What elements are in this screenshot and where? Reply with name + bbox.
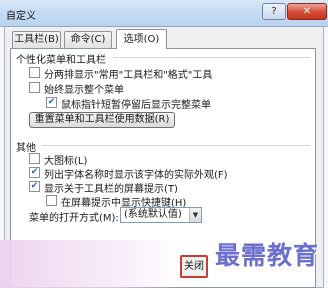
large-icons-label: 大图标(L) xyxy=(44,156,88,167)
watermark-logo: 最需教育 xyxy=(215,241,320,270)
always-show-full-menu-checkbox[interactable] xyxy=(29,82,40,93)
two-rows-toolbar-label: 分两排显示"常用"工具栏和"格式"工具 xyxy=(44,70,213,81)
group-divider xyxy=(42,145,310,146)
faded-overlay xyxy=(0,240,180,288)
tab-toolbars[interactable]: 工具栏(B) xyxy=(12,31,61,48)
window-title: 自定义 xyxy=(6,11,36,22)
font-preview-label: 列出字体名称时显示该字体的实际外观(F) xyxy=(44,170,228,181)
other-group-label: 其他 xyxy=(16,143,36,154)
large-icons-checkbox[interactable] xyxy=(29,153,40,164)
help-button[interactable]: ? xyxy=(262,3,286,20)
font-preview-checkbox[interactable]: ✔ xyxy=(29,167,40,178)
show-screentips-label: 显示关于工具栏的屏幕提示(T) xyxy=(44,184,178,195)
show-full-menu-delay-checkbox[interactable]: ✔ xyxy=(46,97,57,108)
chevron-down-icon[interactable]: ▼ xyxy=(189,208,201,222)
shortcut-keys-in-tips-checkbox[interactable] xyxy=(46,195,57,206)
menu-animation-label: 菜单的打开方式(M): xyxy=(29,213,119,224)
always-show-full-menu-label: 始终显示整个菜单 xyxy=(44,85,124,96)
menu-animation-select[interactable]: (系统默认值) ▼ xyxy=(120,207,202,223)
show-screentips-checkbox[interactable]: ✔ xyxy=(29,181,40,192)
two-rows-toolbar-checkbox[interactable] xyxy=(29,67,40,78)
menu-animation-value: (系统默认值) xyxy=(124,209,182,220)
tab-options[interactable]: 选项(O) xyxy=(116,29,167,49)
group-divider xyxy=(113,57,310,58)
show-full-menu-delay-label: 鼠标指针短暂停留后显示完整菜单 xyxy=(61,100,211,111)
personalized-group-label: 个性化菜单和工具栏 xyxy=(16,55,106,66)
close-button[interactable]: 关闭 xyxy=(180,255,208,278)
tab-commands[interactable]: 命令(C) xyxy=(64,31,112,48)
window-close-button[interactable]: ✕ xyxy=(287,3,327,20)
reset-usage-data-button[interactable]: 重置菜单和工具栏使用数据(R) xyxy=(29,112,175,128)
